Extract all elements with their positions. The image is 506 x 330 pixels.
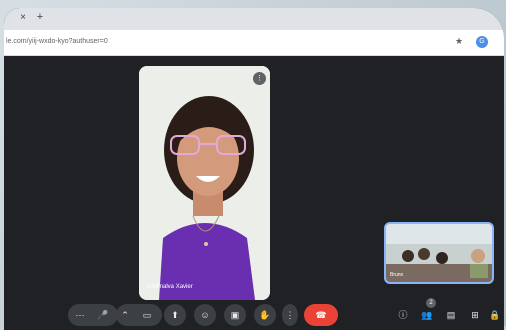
participant-name-label: Lindinalva Xavier <box>147 284 193 290</box>
browser-window: × + le.com/yiij-wxdo-kyo?authuser=0 ★ G <box>4 8 504 330</box>
close-tab-icon[interactable]: × <box>17 12 29 24</box>
end-call-button[interactable]: ☎ <box>304 304 338 326</box>
screenshot-frame: × + le.com/yiij-wxdo-kyo?authuser=0 ★ G <box>0 0 506 330</box>
audio-options-chevron-icon[interactable]: ⋯ <box>72 304 88 326</box>
emoji-reaction-icon[interactable]: ☺ <box>194 304 216 326</box>
video-options-chevron-icon[interactable]: ⌃ <box>118 304 132 326</box>
chat-icon[interactable]: ▤ <box>440 304 462 326</box>
participant-tile-main[interactable]: ⋮ Lindinalva Xavier <box>139 66 270 300</box>
participants-count-badge: 2 <box>426 298 436 308</box>
new-tab-icon[interactable]: + <box>34 11 46 23</box>
camera-icon[interactable]: ▭ <box>136 304 158 326</box>
self-view-tile[interactable]: Bruno <box>384 222 494 284</box>
meeting-info-icon[interactable]: ⓘ <box>392 304 414 326</box>
url-text[interactable]: le.com/yiij-wxdo-kyo?authuser=0 <box>6 38 108 45</box>
address-bar[interactable]: le.com/yiij-wxdo-kyo?authuser=0 ★ G <box>4 30 504 56</box>
participant-video <box>139 66 270 300</box>
profile-avatar[interactable]: G <box>476 36 488 48</box>
bookmark-star-icon[interactable]: ★ <box>455 36 463 47</box>
call-controls: ⋯ 🎤 ⌃ ▭ ⬆ ☺ ▣ ✋ ⋮ ☎ ⓘ 👥 2 ▤ ⊞ 🔒 <box>4 298 504 330</box>
activities-icon[interactable]: ⊞ <box>464 304 486 326</box>
present-screen-icon[interactable]: ⬆ <box>164 304 186 326</box>
captions-icon[interactable]: ▣ <box>224 304 246 326</box>
microphone-icon[interactable]: 🎤 <box>92 304 114 326</box>
self-view-label: Bruno <box>390 272 404 278</box>
people-icon[interactable]: 👥 <box>416 304 438 326</box>
tile-options-icon[interactable]: ⋮ <box>253 72 266 85</box>
more-options-icon[interactable]: ⋮ <box>282 304 298 326</box>
tab-strip: × + <box>4 8 504 30</box>
meeting-stage: ⋮ Lindinalva Xavier Bruno ⋯ 🎤 ⌃ ▭ ⬆ ☺ ▣ … <box>4 56 504 330</box>
host-controls-lock-icon[interactable]: 🔒 <box>484 304 504 326</box>
raise-hand-icon[interactable]: ✋ <box>254 304 276 326</box>
